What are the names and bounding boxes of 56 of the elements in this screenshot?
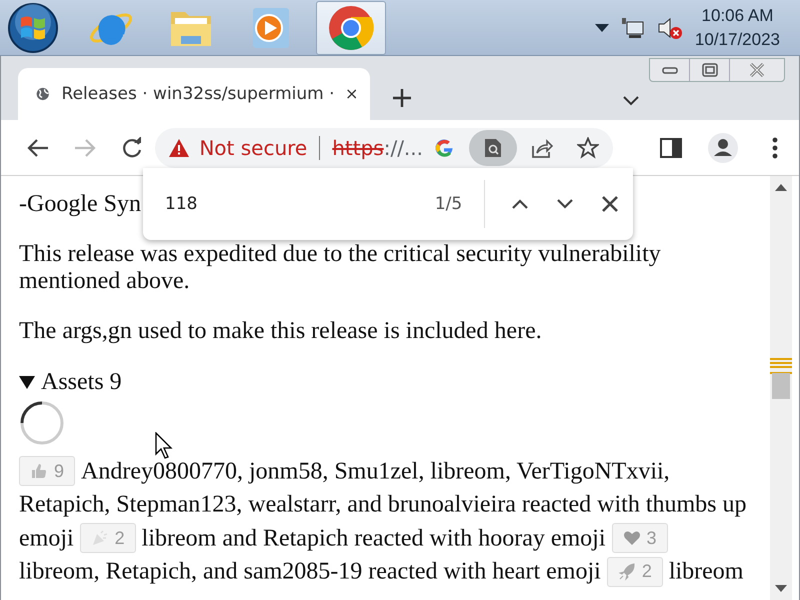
chevron-down-icon[interactable]	[623, 96, 639, 106]
reload-icon	[120, 136, 143, 158]
reaction-description: Retapich, Stepman123, wealstarr, and brunoalvieira reacted with thumbs up	[19, 492, 746, 518]
google-g-icon	[434, 138, 454, 158]
find-in-page-button[interactable]	[469, 130, 518, 166]
profile-icon	[708, 132, 738, 162]
paragraph: -Google Syn	[19, 191, 141, 218]
security-warning: Not secure	[199, 136, 308, 160]
menu-icon	[772, 136, 778, 158]
reaction-description: libreom	[668, 558, 744, 585]
paragraph: The args,gn used to make this release is included here.	[19, 318, 542, 345]
find-input-field[interactable]: 118	[165, 194, 365, 214]
match-count: 1/5	[434, 194, 462, 214]
show-hidden-icons-icon[interactable]	[594, 24, 609, 32]
loading-spinner-icon	[19, 400, 65, 446]
close-icon	[749, 63, 765, 77]
clock-time[interactable]: 10:06 AM	[702, 4, 774, 28]
warning-icon	[169, 138, 190, 156]
page-search-icon	[484, 138, 502, 158]
scroll-down-icon[interactable]	[775, 585, 787, 592]
assets-summary[interactable]: Assets 9	[41, 368, 122, 396]
minimize-icon	[662, 66, 678, 74]
thumbs-up-icon	[30, 462, 48, 480]
share-icon	[531, 138, 554, 158]
address-bar[interactable]: Not secure https://...	[155, 128, 614, 168]
next-match-icon	[557, 199, 574, 209]
mouse-cursor-icon	[155, 432, 175, 460]
previous-match-icon	[512, 199, 528, 209]
triangle-down-icon[interactable]	[19, 375, 35, 389]
clock-date[interactable]: 10/17/2023	[694, 28, 780, 52]
chrome-icon	[327, 4, 375, 52]
taskbar-app-button[interactable]	[316, 0, 386, 54]
star-icon	[577, 136, 600, 158]
paragraph: This release was expedited due to the critical security vulnerability mentioned above.	[19, 241, 662, 295]
url-text: https://...	[332, 136, 424, 160]
reaction-description: libreom and Retapich reacted with hooray emoji	[142, 525, 606, 552]
reaction-description: emoji	[19, 525, 74, 552]
side-panel-icon	[660, 138, 682, 158]
find-match-marks	[770, 357, 792, 377]
close-find-icon	[602, 196, 618, 212]
browser-tab[interactable]: Releases · win32ss/supermium ·	[18, 68, 370, 120]
rocket-icon	[618, 562, 636, 581]
heart-icon	[622, 529, 641, 548]
forward-icon	[74, 138, 96, 158]
network-icon[interactable]	[620, 16, 645, 40]
close-icon[interactable]	[346, 87, 356, 101]
reaction-description: libreom, Retapich, and sam2085-19 reacted with heart emoji	[19, 558, 601, 585]
scrollbar[interactable]	[770, 176, 792, 600]
restore-icon	[702, 63, 718, 77]
new-tab-icon[interactable]	[392, 88, 412, 108]
muted-speaker-icon[interactable]	[656, 16, 683, 40]
reaction-description: Andrey0800770, jonm58, Smu1zel, libreom, VerTigoNTxvii,	[81, 458, 670, 484]
back-icon	[27, 138, 50, 158]
tab-title: Releases · win32ss/supermium ·	[62, 84, 335, 104]
scroll-up-icon[interactable]	[775, 184, 787, 191]
scroll-thumb[interactable]	[772, 373, 790, 399]
